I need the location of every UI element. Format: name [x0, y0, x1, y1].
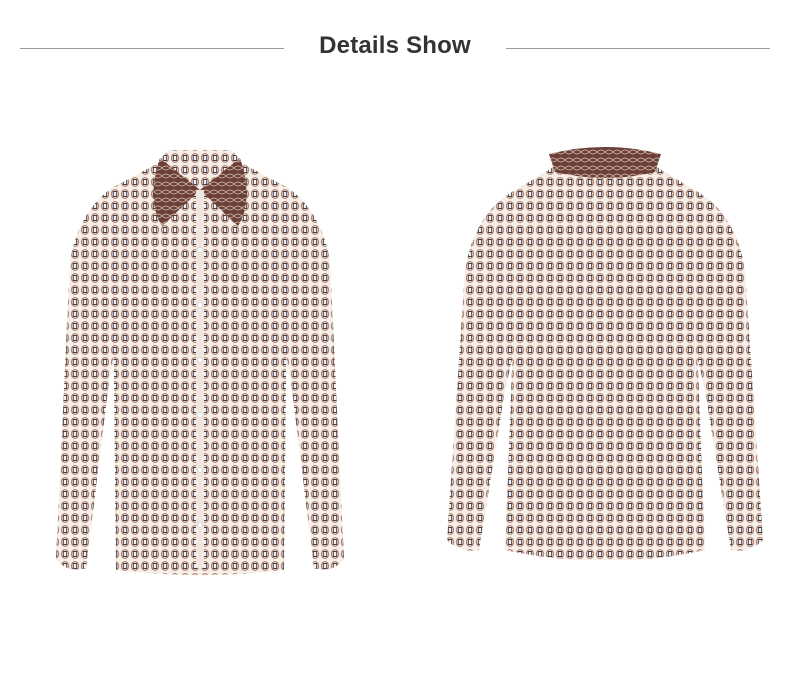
- blouse-back-illustration: [447, 147, 763, 560]
- section-title: Details Show: [319, 32, 471, 59]
- section-header: Details Show: [0, 28, 790, 68]
- header-divider-right: [506, 48, 770, 49]
- blouse-front-image: [50, 140, 350, 580]
- blouse-front-illustration: [56, 150, 344, 575]
- blouse-back-image: [445, 140, 765, 560]
